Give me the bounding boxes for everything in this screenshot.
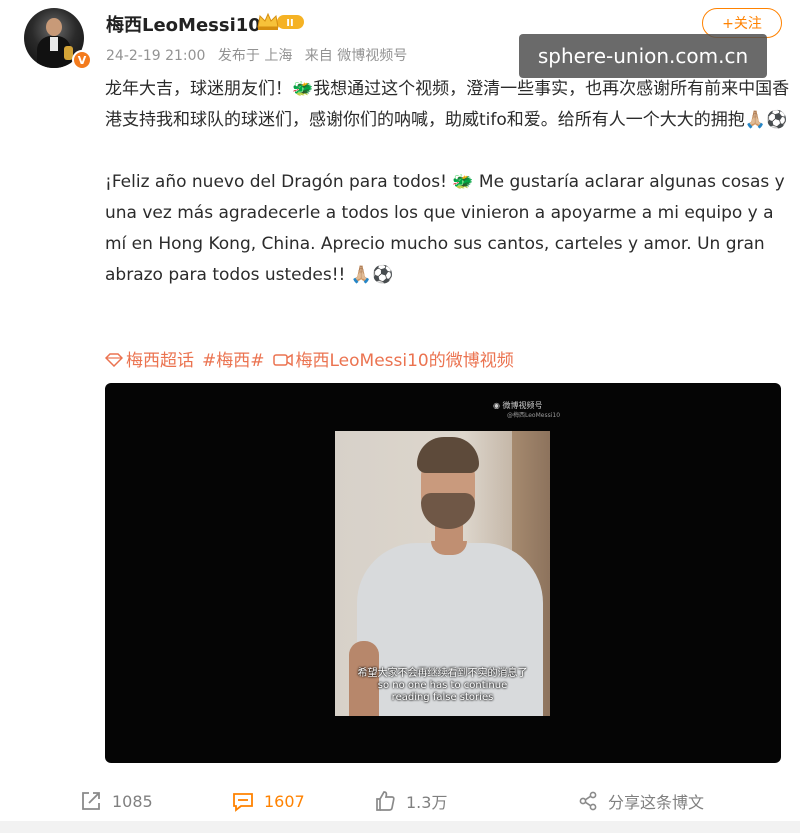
repost-icon [82,792,100,810]
verified-badge: V [72,50,92,70]
video-logo: ◉ 微博视频号 @梅西LeoMessi10 [493,401,560,421]
hashtag-link[interactable]: #梅西# [202,346,265,371]
post-date[interactable]: 24-2-19 21:00 [106,48,205,64]
post-text-spanish: ¡Feliz año nuevo del Dragón para todos! … [105,172,785,285]
video-beard [421,493,475,529]
like-button[interactable]: 1.3万 [374,783,447,819]
video-subtitle: 希望大家不会再继续看到不实的消息了 so no one has to conti… [335,668,550,704]
share-label: 分享这条博文 [608,793,705,812]
video-hair [417,437,479,473]
subtitle-en-1: so no one has to continue [377,680,508,691]
avatar-shirt [50,37,58,51]
video-link[interactable]: 梅西LeoMessi10的微博视频 [272,346,514,371]
post-meta: 24-2-19 21:00 发布于 上海 来自 微博视频号 [106,45,415,65]
watermark: sphere-union.com.cn [519,34,767,78]
bottom-bar [0,821,800,833]
thumbs-up-icon [376,791,395,811]
post-source: 来自 微博视频号 [304,48,408,64]
action-bar: 1085 1607 1.3万 分享这条博文 [0,783,800,819]
share-icon [579,791,597,811]
weibo-icon: ◉ [493,401,503,410]
post-location: 发布于 上海 [217,48,293,64]
share-button[interactable]: 分享这条博文 [578,783,704,819]
repost-count: 1085 [112,791,153,811]
level-badge-text: II [286,18,293,29]
comment-count: 1607 [264,791,305,811]
post-text-chinese: 龙年大吉，球迷朋友们！🐲我想通过这个视频，澄清一些事实，也再次感谢所有前来中国香… [105,79,790,130]
repost-button[interactable]: 1085 [80,783,153,819]
video-logo-text: 微博视频号 [502,401,543,410]
subtitle-en-2: reading false stories [391,692,494,703]
video-link-label: 梅西LeoMessi10的微博视频 [295,351,514,371]
crown-level-icon: II [257,12,304,30]
video-icon [272,353,293,367]
supertopic-label: 梅西超话 [126,351,194,371]
like-count: 1.3万 [406,793,448,812]
weibo-post-card: V 梅西LeoMessi10 II 24-2-19 21:00 发布于 上海 来… [0,0,800,833]
supertopic-link[interactable]: 梅西超话 [105,346,194,371]
subtitle-cn: 希望大家不会再继续看到不实的消息了 [357,668,528,679]
comment-icon [233,793,253,812]
video-logo-sub: @梅西LeoMessi10 [507,412,561,419]
tag-row: 梅西超话 #梅西# 梅西LeoMessi10的微博视频 [105,346,522,371]
comment-button[interactable]: 1607 [232,783,305,819]
user-name[interactable]: 梅西LeoMessi10 [106,11,261,37]
post-text: 龙年大吉，球迷朋友们！🐲我想通过这个视频，澄清一些事实，也再次感谢所有前来中国香… [105,74,795,322]
diamond-icon [105,353,123,367]
avatar-head [46,18,62,36]
video-player[interactable]: ◉ 微博视频号 @梅西LeoMessi10 希望大家不会再继续看到不实的消息了 … [105,383,781,763]
